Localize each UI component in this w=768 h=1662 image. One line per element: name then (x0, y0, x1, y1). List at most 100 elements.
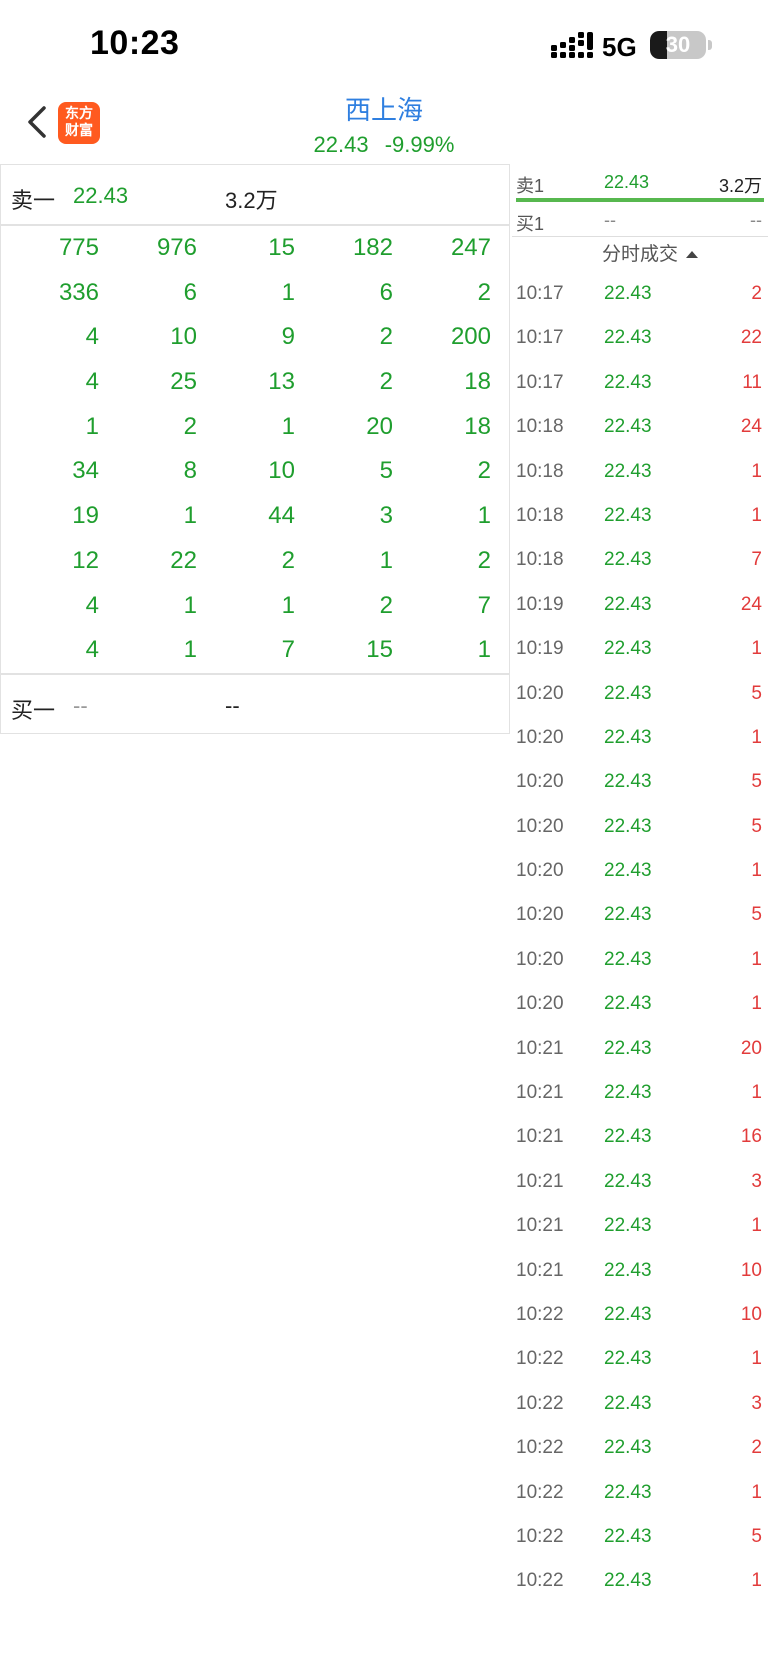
tick-vol: 24 (740, 416, 762, 438)
tick-price: 22.43 (604, 593, 652, 615)
tick-time: 10:18 (516, 460, 564, 482)
queue-cell: 2 (477, 457, 491, 485)
queue-cell: 1 (281, 278, 295, 306)
tick-row: 10:22 22.43 10 (512, 1294, 768, 1338)
queue-cell: 1 (85, 412, 99, 440)
order-queue-panel: 卖一 22.43 3.2万 775 976 15 182 247 336 6 1 6 2 4 10 9 2… (0, 164, 510, 734)
tick-time: 10:20 (516, 904, 564, 926)
tick-vol: 5 (751, 904, 762, 926)
tick-time: 10:19 (516, 593, 564, 615)
queue-cell: 9 (281, 323, 295, 351)
tick-time: 10:19 (516, 638, 564, 660)
tick-vol: 1 (751, 726, 762, 748)
tick-price: 22.43 (604, 1525, 652, 1547)
queue-cell: 1 (183, 502, 197, 530)
queue-row: 4 10 9 2 200 (1, 315, 509, 360)
sell1-price: 22.43 (604, 172, 650, 192)
tick-row: 10:18 22.43 1 (512, 451, 768, 495)
tick-row: 10:22 22.43 1 (512, 1560, 768, 1604)
tick-price: 22.43 (604, 1215, 652, 1237)
ask-row[interactable]: 卖一 22.43 3.2万 (1, 165, 509, 226)
status-bar: 10:23 5G 30 (0, 0, 768, 90)
queue-cell: 19 (72, 502, 99, 530)
queue-cell: 1 (183, 591, 197, 619)
tick-row: 10:22 22.43 1 (512, 1338, 768, 1382)
tick-row: 10:19 22.43 24 (512, 584, 768, 628)
tick-price: 22.43 (604, 682, 652, 704)
tick-price: 22.43 (604, 1170, 652, 1192)
tick-row: 10:20 22.43 1 (512, 939, 768, 983)
tick-time: 10:20 (516, 948, 564, 970)
tick-list[interactable]: 10:17 22.43 2 10:17 22.43 22 10:17 22.43 11 10:18… (512, 273, 768, 1605)
tick-row: 10:22 22.43 3 (512, 1383, 768, 1427)
tick-time: 10:21 (516, 1170, 564, 1192)
tick-row: 10:21 22.43 1 (512, 1072, 768, 1116)
tick-price: 22.43 (604, 1570, 652, 1592)
queue-cell: 22 (170, 546, 197, 574)
tick-vol: 1 (751, 860, 762, 882)
tick-price: 22.43 (604, 1481, 652, 1503)
tick-vol: 10 (740, 1303, 762, 1325)
tick-row: 10:20 22.43 5 (512, 673, 768, 717)
tick-time: 10:17 (516, 327, 564, 349)
tick-row: 10:20 22.43 5 (512, 894, 768, 938)
queue-cell: 13 (268, 368, 295, 396)
tick-time: 10:21 (516, 1082, 564, 1104)
tick-price: 22.43 (604, 993, 652, 1015)
queue-cell: 200 (450, 323, 491, 351)
tick-time: 10:22 (516, 1525, 564, 1547)
queue-row: 4 1 7 15 1 (1, 628, 509, 673)
queue-cell: 7 (281, 636, 295, 664)
buy1-price: -- (604, 210, 616, 230)
tick-price: 22.43 (604, 948, 652, 970)
tick-time: 10:18 (516, 549, 564, 571)
sell1-volume: 3.2万 (718, 176, 762, 196)
buy1-label: 买1 (516, 214, 545, 234)
queue-cell: 34 (72, 457, 99, 485)
queue-cell: 1 (183, 636, 197, 664)
tick-row: 10:17 22.43 2 (512, 273, 768, 317)
tick-vol: 1 (751, 1570, 762, 1592)
queue-cell: 44 (268, 502, 295, 530)
tick-time: 10:20 (516, 771, 564, 793)
tick-time: 10:21 (516, 1037, 564, 1059)
queue-cell: 1 (281, 412, 295, 440)
tick-vol: 3 (751, 1170, 762, 1192)
tick-price: 22.43 (604, 860, 652, 882)
tick-price: 22.43 (604, 1348, 652, 1370)
tick-vol: 7 (751, 549, 762, 571)
tick-row: 10:21 22.43 20 (512, 1028, 768, 1072)
queue-cell: 3 (379, 502, 393, 530)
battery-level: 30 (665, 32, 691, 57)
bid-label: 买一 (11, 698, 56, 723)
queue-cell: 15 (366, 636, 393, 664)
queue-cell: 15 (268, 234, 295, 261)
queue-cell: 20 (366, 412, 393, 440)
queue-row: 4 25 13 2 18 (1, 360, 509, 405)
bid-row[interactable]: 买一 -- -- (1, 673, 509, 733)
queue-row: 1 2 1 20 18 (1, 405, 509, 450)
triangle-up-icon[interactable] (686, 251, 698, 259)
sell1-row[interactable]: 卖1 22.43 3.2万 (512, 164, 768, 198)
buy1-row[interactable]: 买1 -- -- (512, 202, 768, 236)
queue-cell: 1 (281, 591, 295, 619)
tick-vol: 1 (751, 1348, 762, 1370)
tick-price: 22.43 (604, 1259, 652, 1281)
tick-vol: 1 (751, 1082, 762, 1104)
tick-price: 22.43 (604, 549, 652, 571)
tick-time: 10:18 (516, 416, 564, 438)
tick-price: 22.43 (604, 416, 652, 438)
queue-cell: 247 (450, 234, 491, 261)
tick-price: 22.43 (604, 1082, 652, 1104)
tick-time: 10:20 (516, 993, 564, 1015)
sell1-label: 卖1 (516, 176, 545, 196)
queue-row: 4 1 1 2 7 (1, 584, 509, 629)
order-queue-grid: 775 976 15 182 247 336 6 1 6 2 4 10 9 2 200 4 25 13 2 18 1 2 1… (1, 226, 509, 673)
tick-vol: 1 (751, 948, 762, 970)
tick-vol: 20 (740, 1037, 762, 1059)
tick-row: 10:21 22.43 3 (512, 1161, 768, 1205)
stock-price: 22.43 (313, 132, 369, 157)
ticks-header[interactable]: 分时成交 (512, 237, 768, 273)
queue-row: 19 1 44 3 1 (1, 494, 509, 539)
tick-vol: 1 (751, 460, 762, 482)
